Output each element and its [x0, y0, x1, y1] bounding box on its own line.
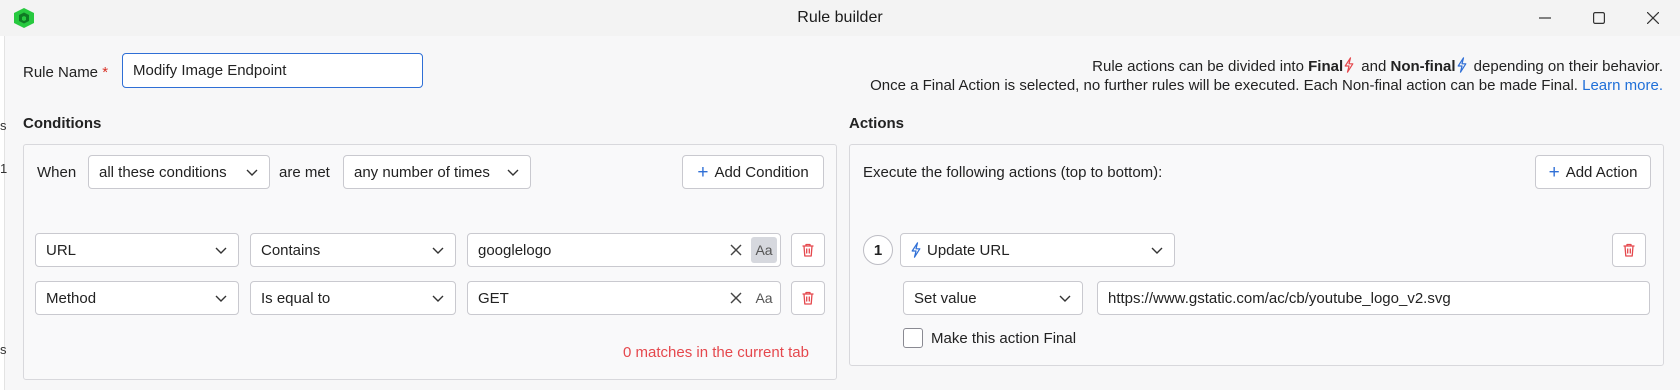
clear-icon[interactable]: [725, 239, 747, 261]
action-url-value: https://www.gstatic.com/ac/cb/youtube_lo…: [1108, 289, 1451, 307]
trash-icon: [802, 243, 814, 257]
condition-field-value: URL: [46, 241, 77, 259]
condition-value-field[interactable]: googlelogo Aa: [467, 233, 781, 267]
chevron-down-icon: [507, 169, 519, 176]
condition-field-value: Method: [46, 289, 97, 307]
non-final-bolt-icon: [1457, 57, 1466, 73]
minimize-icon: [1539, 17, 1551, 19]
required-mark: *: [102, 64, 109, 81]
action-url-input[interactable]: https://www.gstatic.com/ac/cb/youtube_lo…: [1097, 281, 1650, 315]
condition-value-text: googlelogo: [478, 241, 552, 259]
frequency-value: any number of times: [354, 163, 490, 181]
info-line-1: Rule actions can be divided into Final a…: [870, 57, 1663, 76]
plus-icon: +: [697, 161, 709, 183]
info-text: and: [1357, 58, 1391, 75]
delete-condition-button[interactable]: [791, 233, 825, 267]
chevron-down-icon: [215, 295, 227, 302]
non-final-label: Non-final: [1390, 58, 1456, 75]
plus-icon: +: [1548, 161, 1560, 183]
clear-icon[interactable]: [725, 287, 747, 309]
match-mode-value: all these conditions: [99, 163, 227, 181]
rule-name-label-text: Rule Name: [23, 64, 99, 81]
final-label: Final: [1308, 58, 1344, 75]
window-controls: [1518, 0, 1680, 36]
match-mode-dropdown[interactable]: all these conditions: [88, 155, 270, 189]
final-bolt-icon: [1344, 57, 1354, 73]
trash-icon: [802, 291, 814, 305]
condition-operator-dropdown[interactable]: Contains: [250, 233, 456, 267]
frequency-dropdown[interactable]: any number of times: [343, 155, 531, 189]
match-count-text: 0 matches in the current tab: [623, 344, 809, 361]
action-type-value: Update URL: [927, 241, 1010, 259]
condition-operator-value: Contains: [261, 241, 321, 259]
action-type-dropdown[interactable]: Update URL: [900, 233, 1175, 267]
action-mode-value: Set value: [914, 289, 977, 307]
chevron-down-icon: [1059, 295, 1071, 302]
rule-actions-info: Rule actions can be divided into Final a…: [870, 57, 1663, 95]
info-text: depending on their behavior.: [1469, 58, 1663, 75]
action-step-number: 1: [863, 235, 893, 265]
minimize-button[interactable]: [1518, 0, 1572, 36]
delete-action-button[interactable]: [1612, 233, 1646, 267]
delete-condition-button[interactable]: [791, 281, 825, 315]
add-condition-label: Add Condition: [714, 163, 809, 181]
add-action-button[interactable]: + Add Action: [1535, 155, 1651, 189]
maximize-icon: [1593, 12, 1605, 24]
add-condition-button[interactable]: + Add Condition: [682, 155, 824, 189]
chevron-down-icon: [1151, 247, 1163, 254]
when-label: When: [37, 164, 77, 181]
learn-more-link[interactable]: Learn more.: [1582, 77, 1663, 94]
edge-text: 1: [0, 161, 8, 176]
are-met-label: are met: [279, 164, 330, 181]
condition-value-field[interactable]: GET Aa: [467, 281, 781, 315]
actions-title: Actions: [849, 115, 905, 132]
trash-icon: [1623, 243, 1635, 257]
actions-description: Execute the following actions (top to bo…: [863, 164, 1163, 181]
condition-value-text: GET: [478, 289, 509, 307]
edge-text: s: [0, 342, 7, 357]
chevron-down-icon: [246, 169, 258, 176]
edge-text: s: [0, 118, 7, 133]
app-logo-icon: [14, 8, 34, 28]
title-bar: Rule builder: [0, 0, 1680, 36]
rule-builder-body: s 1 s Rule Name * Rule actions can be di…: [0, 36, 1680, 390]
rule-name-label: Rule Name *: [23, 64, 108, 81]
chevron-down-icon: [432, 247, 444, 254]
condition-operator-value: Is equal to: [261, 289, 331, 307]
conditions-title: Conditions: [23, 115, 102, 132]
rule-name-input[interactable]: [122, 53, 423, 88]
chevron-down-icon: [215, 247, 227, 254]
close-icon: [1647, 12, 1659, 24]
chevron-down-icon: [432, 295, 444, 302]
condition-field-dropdown[interactable]: Method: [35, 281, 239, 315]
info-text: Once a Final Action is selected, no furt…: [870, 77, 1583, 94]
make-final-label: Make this action Final: [931, 330, 1077, 347]
action-mode-dropdown[interactable]: Set value: [903, 281, 1083, 315]
window-title: Rule builder: [797, 9, 883, 26]
info-text: Rule actions can be divided into: [1092, 58, 1309, 75]
condition-operator-dropdown[interactable]: Is equal to: [250, 281, 456, 315]
condition-field-dropdown[interactable]: URL: [35, 233, 239, 267]
case-sensitive-toggle[interactable]: Aa: [751, 285, 777, 311]
info-line-2: Once a Final Action is selected, no furt…: [870, 76, 1663, 95]
make-final-checkbox[interactable]: [903, 328, 923, 348]
non-final-bolt-icon: [911, 242, 921, 258]
close-button[interactable]: [1626, 0, 1680, 36]
background-window-edge: s 1 s: [0, 36, 8, 390]
maximize-button[interactable]: [1572, 0, 1626, 36]
add-action-label: Add Action: [1565, 163, 1638, 181]
case-sensitive-toggle[interactable]: Aa: [751, 237, 777, 263]
